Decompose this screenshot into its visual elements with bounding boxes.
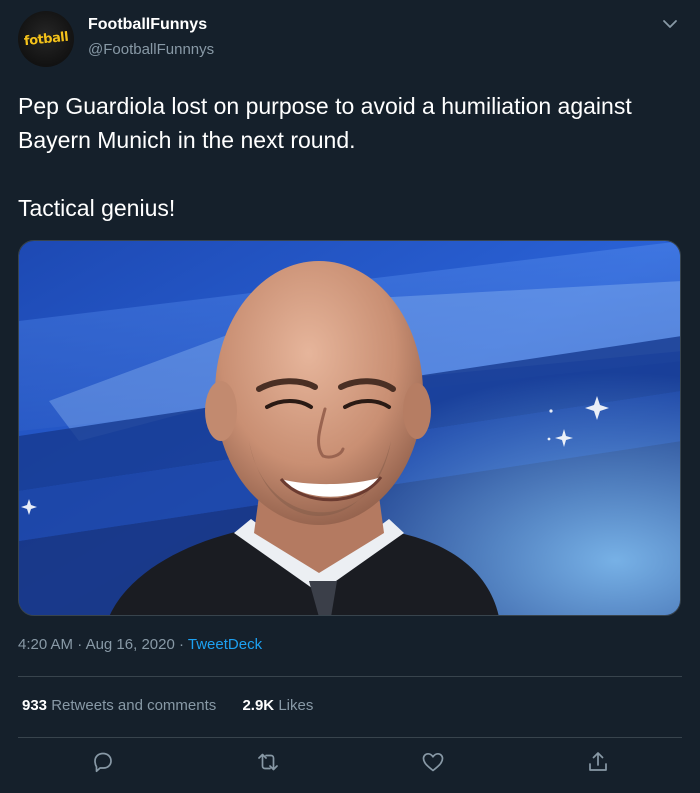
share-icon[interactable] — [585, 749, 611, 775]
retweets-stat[interactable]: 933 Retweets and comments — [22, 697, 220, 714]
likes-count: 2.9K — [242, 697, 275, 714]
user-handle[interactable]: @FootballFunnnys — [88, 41, 214, 58]
tweet-stats: 933 Retweets and comments 2.9K Likes — [22, 697, 313, 714]
tweet-photo[interactable] — [18, 240, 681, 616]
likes-stat[interactable]: 2.9K Likes — [242, 697, 313, 714]
divider — [18, 676, 682, 677]
avatar-logo-text: fotball — [23, 29, 69, 49]
retweets-count: 933 — [22, 697, 48, 714]
tweet-text-line: Pep Guardiola lost on purpose to avoid a… — [18, 93, 632, 153]
tweet-date[interactable]: Aug 16, 2020 — [86, 636, 175, 653]
tweet-time[interactable]: 4:20 AM — [18, 636, 73, 653]
tweet-text-line: Tactical genius! — [18, 195, 176, 221]
tweet-actions — [0, 749, 700, 779]
divider — [18, 737, 682, 738]
likes-label: Likes — [278, 697, 314, 714]
heart-icon[interactable] — [420, 749, 446, 775]
chevron-down-icon[interactable] — [660, 14, 680, 34]
reply-icon[interactable] — [90, 749, 116, 775]
separator-dot: · — [178, 636, 184, 653]
retweet-icon[interactable] — [255, 749, 281, 775]
avatar[interactable]: fotball — [18, 11, 74, 67]
photo-image — [19, 241, 680, 615]
tweet-card: fotball FootballFunnys @FootballFunnnys … — [0, 0, 700, 793]
tweet-timestamp-line: 4:20 AM · Aug 16, 2020 · TweetDeck — [18, 636, 262, 653]
retweets-label: Retweets and comments — [51, 697, 217, 714]
display-name[interactable]: FootballFunnys — [88, 16, 207, 34]
tweet-text: Pep Guardiola lost on purpose to avoid a… — [18, 89, 678, 225]
tweet-source-link[interactable]: TweetDeck — [188, 636, 262, 653]
separator-dot: · — [77, 636, 83, 653]
